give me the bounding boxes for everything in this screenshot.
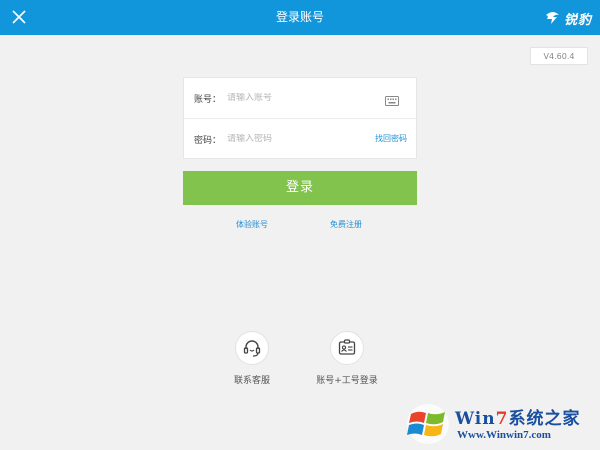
windows-flag-icon xyxy=(407,404,449,444)
find-password-link[interactable]: 找回密码 xyxy=(375,133,407,144)
watermark-title-win: Win xyxy=(455,409,496,429)
login-form: 账号： 密码： 找回密码 xyxy=(183,77,417,159)
id-login-button[interactable] xyxy=(330,331,364,365)
keyboard-icon xyxy=(385,96,399,106)
account-row: 账号： xyxy=(184,78,416,118)
watermark-title: Win7系统之家 xyxy=(455,404,580,429)
headset-icon xyxy=(243,340,261,357)
password-input[interactable] xyxy=(227,134,348,144)
id-login-label[interactable]: 账号+工号登录 xyxy=(316,373,378,386)
password-row: 密码： 找回密码 xyxy=(184,118,416,159)
brand-logo: 锐豹 xyxy=(544,7,592,29)
watermark-title-rest: 系统之家 xyxy=(508,409,581,429)
trial-account-link[interactable]: 体验账号 xyxy=(236,219,268,230)
id-card-icon xyxy=(338,339,356,355)
free-register-link[interactable]: 免费注册 xyxy=(330,219,362,230)
login-button[interactable]: 登录 xyxy=(183,171,417,205)
customer-service-button[interactable] xyxy=(235,331,269,365)
account-label: 账号： xyxy=(194,94,222,105)
page-title: 登录账号 xyxy=(275,10,324,24)
brand-logo-icon xyxy=(545,12,559,24)
account-input[interactable] xyxy=(227,93,368,103)
watermark-url: Www.Winwin7.com xyxy=(457,429,551,441)
watermark: Win7系统之家 Www.Winwin7.com xyxy=(405,402,597,446)
password-label: 密码： xyxy=(194,135,222,146)
keyboard-button[interactable] xyxy=(385,91,399,110)
watermark-title-seven: 7 xyxy=(495,409,509,429)
version-badge: V4.60.4 xyxy=(530,47,588,65)
brand-name: 锐豹 xyxy=(563,12,592,28)
customer-service-label[interactable]: 联系客服 xyxy=(234,373,270,386)
top-bar: 登录账号 锐豹 xyxy=(0,0,600,35)
